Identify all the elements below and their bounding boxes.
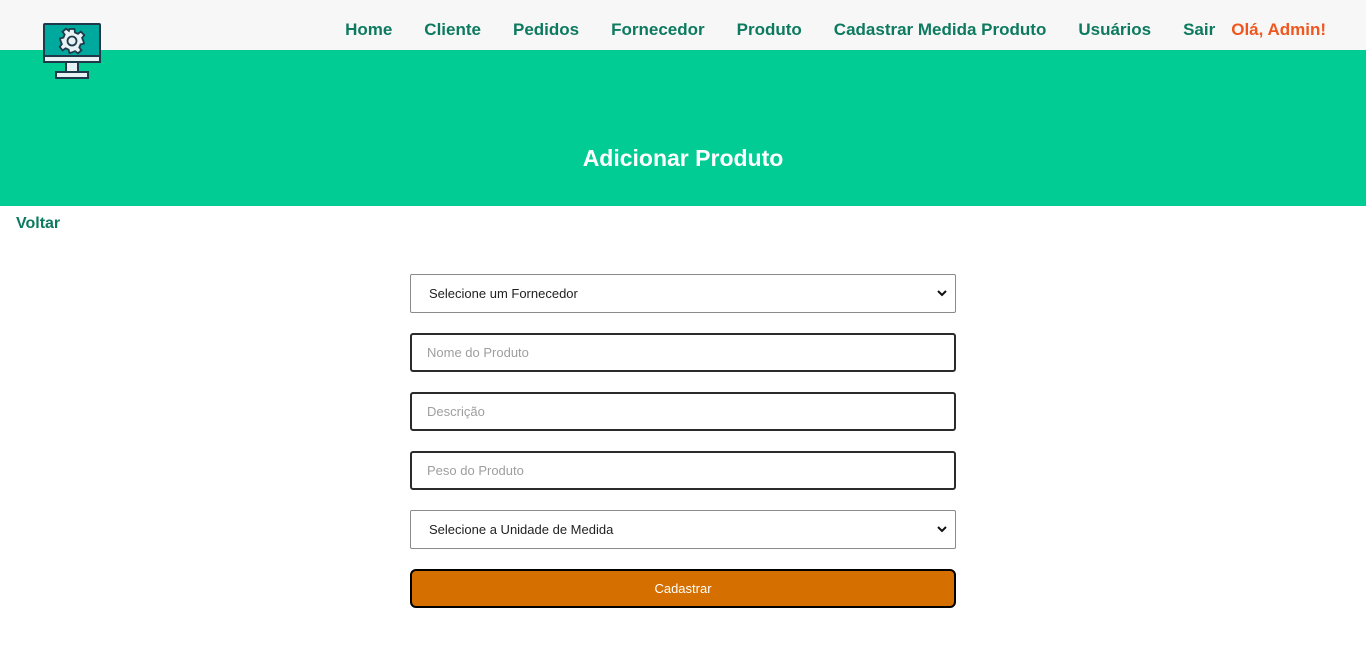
page-title: Adicionar Produto <box>582 145 784 171</box>
user-greeting: Olá, Admin! <box>1231 20 1326 39</box>
product-name-input[interactable] <box>410 333 956 372</box>
add-product-form: Selecione um Fornecedor Selecione a Unid… <box>410 274 956 608</box>
nav-fornecedor-link[interactable]: Fornecedor <box>611 20 705 40</box>
description-input[interactable] <box>410 392 956 431</box>
monitor-gear-icon[interactable] <box>42 22 102 82</box>
nav-sair-link[interactable]: Sair <box>1183 20 1215 40</box>
product-weight-input[interactable] <box>410 451 956 490</box>
nav-usuarios-link[interactable]: Usuários <box>1078 20 1151 40</box>
nav-produto-link[interactable]: Produto <box>737 20 802 40</box>
nav-cliente-link[interactable]: Cliente <box>424 20 481 40</box>
page-header-banner: Adicionar Produto <box>0 50 1366 206</box>
supplier-select[interactable]: Selecione um Fornecedor <box>410 274 956 313</box>
back-link[interactable]: Voltar <box>16 215 60 233</box>
unit-select-wrapper: Selecione a Unidade de Medida <box>410 510 956 549</box>
unit-select[interactable]: Selecione a Unidade de Medida <box>410 510 956 549</box>
supplier-select-wrapper: Selecione um Fornecedor <box>410 274 956 313</box>
nav-home-link[interactable]: Home <box>345 20 392 40</box>
nav-cadastrar-medida-link[interactable]: Cadastrar Medida Produto <box>834 20 1047 40</box>
top-navbar: Home Cliente Pedidos Fornecedor Produto … <box>0 0 1366 50</box>
main-nav: Home Cliente Pedidos Fornecedor Produto … <box>345 19 1366 41</box>
nav-pedidos-link[interactable]: Pedidos <box>513 20 579 40</box>
submit-button[interactable]: Cadastrar <box>410 569 956 608</box>
